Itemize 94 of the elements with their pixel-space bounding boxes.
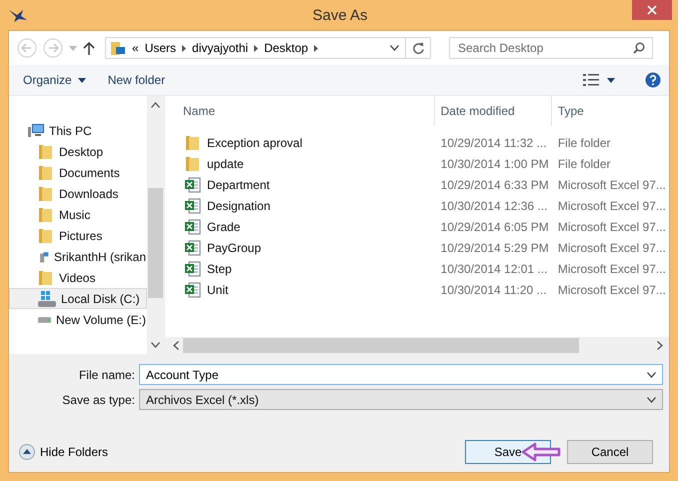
refresh-icon — [412, 42, 424, 54]
sidebar-item[interactable]: Pictures — [9, 225, 147, 246]
file-name-label: File name: — [78, 368, 135, 382]
sidebar-item[interactable]: Music — [9, 204, 147, 225]
breadcrumb[interactable]: Users — [144, 41, 176, 55]
folder-icon — [110, 40, 126, 56]
type-cell-text: File folder — [556, 156, 612, 170]
collapse-icon — [19, 444, 35, 460]
save-as-type-label: Save as type: — [61, 392, 135, 406]
organize-menu[interactable]: Organize — [19, 71, 90, 89]
folder-icon — [38, 186, 54, 202]
file-name-cell[interactable]: PayGroup — [177, 240, 435, 256]
sidebar-item[interactable]: Documents — [9, 162, 147, 183]
breadcrumb[interactable]: divyajyothi — [192, 41, 248, 55]
file-name-cell[interactable]: Unit — [177, 282, 435, 298]
date-cell-text: 10/29/2014 6:33 PM — [440, 178, 550, 192]
folder-icon — [38, 228, 54, 244]
chevron-down-icon — [647, 396, 656, 402]
type-cell-text: Microsoft Excel 97... — [556, 240, 667, 254]
app-bird-icon — [8, 7, 28, 23]
sidebar-item[interactable]: Downloads — [9, 183, 147, 204]
hide-folders-button[interactable]: Hide Folders — [15, 444, 112, 460]
chevron-right-icon[interactable] — [182, 44, 186, 52]
scroll-left-icon[interactable] — [173, 341, 179, 350]
type-cell-text: File folder — [556, 136, 612, 150]
type-cell-text: Microsoft Excel 97... — [556, 198, 667, 212]
date-cell-text: 10/30/2014 12:36 ... — [440, 198, 548, 212]
file-name-cell[interactable]: Exception aproval — [177, 134, 435, 150]
computer-icon — [28, 124, 44, 138]
folder-icon — [38, 270, 54, 286]
spreadsheet-file-icon — [185, 176, 201, 192]
scroll-down-icon[interactable] — [151, 342, 160, 348]
sidebar-item[interactable]: Local Disk (C:) — [9, 288, 147, 309]
type-cell-text: Microsoft Excel 97... — [556, 178, 667, 192]
sidebar-item[interactable]: New Volume (E:) — [9, 309, 147, 330]
chevron-right-icon[interactable] — [314, 44, 318, 52]
file-name-cell[interactable]: Designation — [177, 198, 435, 214]
type-cell-text: Microsoft Excel 97... — [556, 282, 667, 296]
spreadsheet-file-icon — [185, 282, 201, 298]
type-cell-text: Microsoft Excel 97... — [556, 220, 667, 234]
chevron-down-icon[interactable] — [390, 45, 399, 51]
breadcrumb[interactable]: « — [132, 41, 139, 55]
chevron-down-icon[interactable] — [647, 372, 656, 378]
view-list-icon[interactable] — [583, 74, 599, 86]
sidebar-item[interactable]: This PC — [9, 120, 147, 141]
date-cell-text: 10/29/2014 5:29 PM — [440, 240, 550, 254]
folder-icon — [185, 156, 201, 172]
dropdown-caret-icon[interactable] — [607, 78, 615, 82]
file-name-cell[interactable]: Grade — [177, 218, 435, 234]
column-header[interactable]: Date modified — [434, 96, 552, 126]
folder-icon — [38, 206, 54, 222]
save-as-type-dropdown[interactable]: Archivos Excel (*.xls) — [139, 389, 663, 410]
folder-icon — [185, 134, 201, 150]
close-button[interactable] — [632, 0, 672, 20]
cancel-button[interactable]: Cancel — [567, 440, 653, 464]
system-drive-icon — [38, 290, 56, 306]
date-cell-text: 10/30/2014 12:01 ... — [440, 262, 548, 276]
type-cell-text: Microsoft Excel 97... — [556, 262, 667, 276]
folder-icon — [38, 144, 54, 160]
close-icon — [647, 5, 657, 15]
pointer-arrow-drawing — [521, 442, 561, 462]
file-name-cell[interactable]: Department — [177, 176, 435, 192]
spreadsheet-file-icon — [185, 240, 201, 256]
caret-icon — [78, 78, 86, 82]
scroll-up-icon[interactable] — [151, 102, 160, 108]
chevron-right-icon[interactable] — [254, 44, 258, 52]
sidebar-item[interactable]: Desktop — [9, 141, 147, 162]
vertical-scrollbar[interactable] — [147, 96, 164, 354]
spreadsheet-file-icon — [185, 198, 201, 214]
scroll-right-icon[interactable] — [657, 341, 663, 350]
breadcrumb[interactable]: Desktop — [264, 41, 308, 55]
file-name-cell[interactable]: Step — [177, 260, 435, 276]
date-cell-text: 10/30/2014 11:20 ... — [440, 282, 548, 296]
new-folder-button[interactable]: New folder — [104, 71, 170, 89]
drive-icon — [38, 316, 51, 324]
horizontal-scrollbar[interactable] — [165, 337, 669, 354]
file-name-cell[interactable]: update — [177, 156, 435, 172]
spreadsheet-file-icon — [185, 218, 201, 234]
window-title: Save As — [311, 6, 369, 24]
search-icon — [633, 42, 645, 54]
file-name-field[interactable]: Account Type — [139, 364, 663, 385]
sidebar-item[interactable]: Videos — [9, 267, 147, 288]
spreadsheet-file-icon — [185, 260, 201, 276]
date-cell-text: 10/29/2014 6:05 PM — [440, 220, 550, 234]
date-cell-text: 10/30/2014 1:00 PM — [440, 156, 550, 170]
folder-icon — [38, 164, 54, 180]
sidebar-item[interactable]: SrikanthH (srikan — [9, 246, 147, 267]
column-header[interactable]: Name — [177, 96, 435, 126]
up-arrow-icon[interactable] — [83, 41, 95, 55]
column-header[interactable]: Type — [552, 96, 669, 126]
date-cell-text: 10/29/2014 11:32 ... — [440, 136, 548, 150]
search-field[interactable]: Search Desktop — [449, 37, 653, 59]
help-icon[interactable] — [645, 72, 661, 88]
address-bar[interactable]: « Users divyajyothi Desktop — [105, 37, 431, 59]
